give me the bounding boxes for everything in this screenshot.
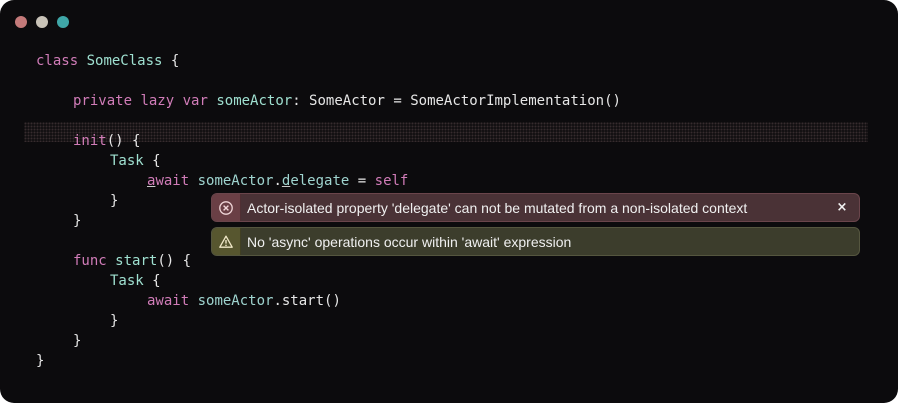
code-line: await someActor.start()	[147, 293, 341, 309]
code-line: init() {	[73, 133, 141, 149]
minimize-window-dot[interactable]	[36, 16, 48, 28]
property-name-token: someActor	[216, 93, 293, 109]
code-window: class SomeClass { private lazy var someA…	[0, 0, 898, 403]
error-line-highlight	[24, 122, 868, 142]
close-window-dot[interactable]	[15, 16, 27, 28]
warning-diagnostic[interactable]: No 'async' operations occur within 'awai…	[211, 227, 860, 256]
code-line: class SomeClass {	[36, 53, 180, 69]
window-controls	[15, 16, 69, 28]
warning-message: No 'async' operations occur within 'awai…	[247, 233, 572, 250]
error-message: Actor-isolated property 'delegate' can n…	[247, 199, 748, 216]
code-line: Task {	[110, 273, 161, 289]
code-line: }	[36, 353, 45, 369]
error-circle-x-icon	[212, 194, 241, 221]
code-line: func start() {	[73, 253, 192, 269]
keyword-token: class	[36, 53, 79, 69]
code-line: }	[73, 213, 82, 229]
close-diagnostic-icon[interactable]: ×	[834, 198, 850, 216]
zoom-window-dot[interactable]	[57, 16, 69, 28]
class-name-token: SomeClass	[86, 53, 163, 69]
warning-triangle-icon	[212, 228, 241, 255]
code-line: Task {	[110, 153, 161, 169]
error-diagnostic[interactable]: Actor-isolated property 'delegate' can n…	[211, 193, 860, 222]
code-line: }	[73, 333, 82, 349]
code-line: }	[110, 193, 119, 209]
code-line: private lazy var someActor: SomeActor = …	[73, 93, 621, 109]
code-line-error: await someActor.delegate = self	[147, 173, 409, 189]
code-line: }	[110, 313, 119, 329]
